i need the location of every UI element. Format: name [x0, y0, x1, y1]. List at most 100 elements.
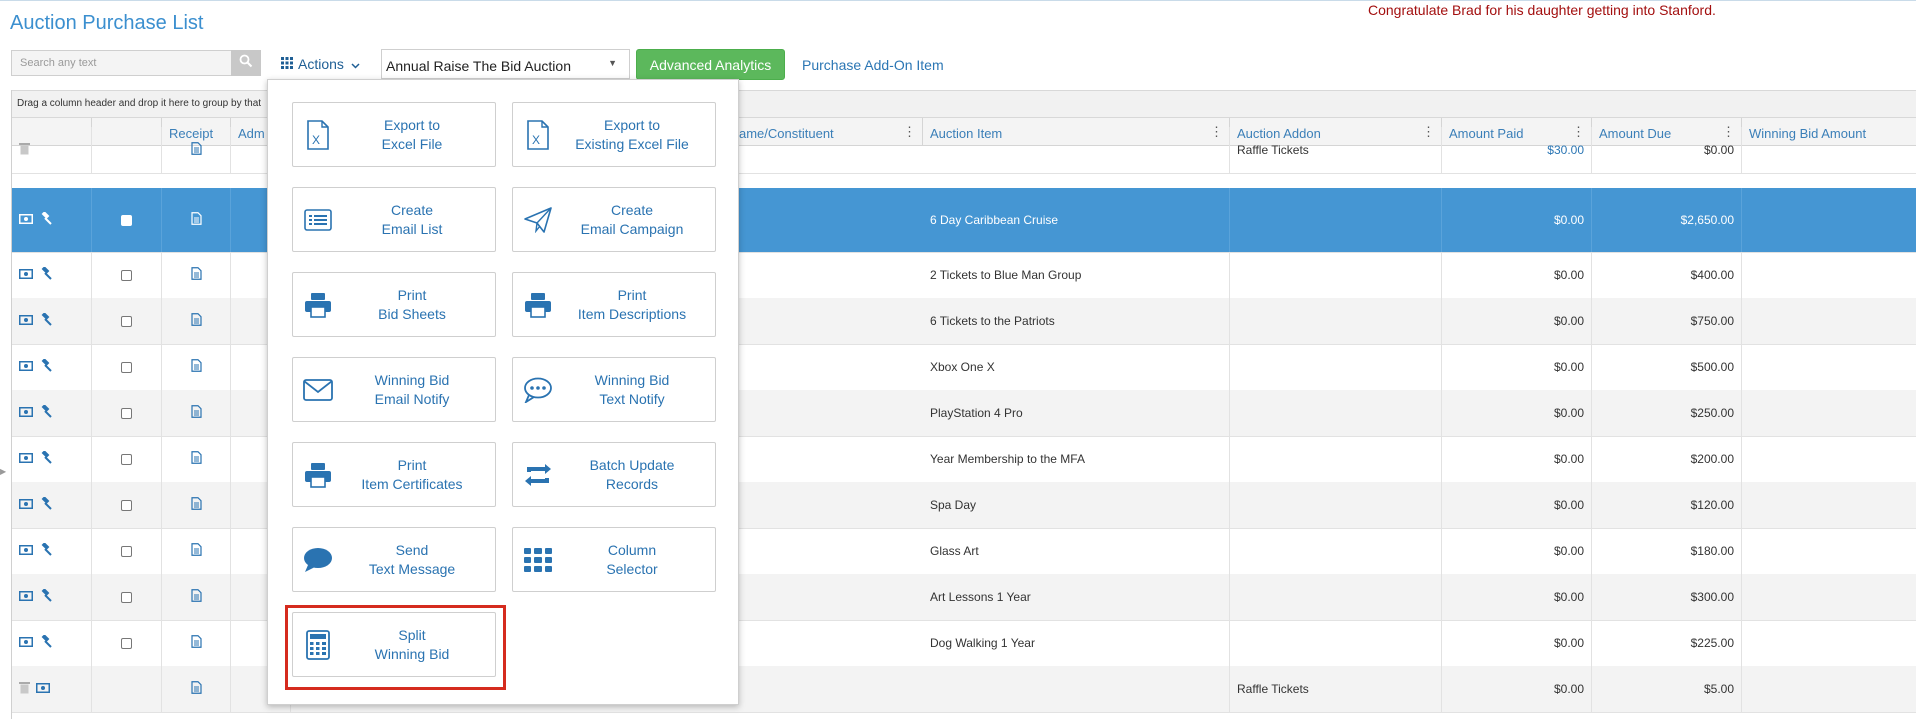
- row-checkbox[interactable]: [121, 545, 132, 557]
- amount-paid-cell: $0.00: [1442, 666, 1592, 712]
- row-checkbox[interactable]: [121, 591, 132, 603]
- row-checkbox[interactable]: [121, 637, 132, 649]
- document-icon[interactable]: [190, 267, 202, 283]
- receipt-cell: [162, 298, 231, 344]
- gavel-icon[interactable]: [39, 358, 52, 375]
- receipt-cell: [162, 482, 231, 528]
- gavel-icon[interactable]: [39, 634, 52, 651]
- gavel-icon[interactable]: [39, 312, 52, 329]
- column-selector-button[interactable]: Column Selector: [512, 527, 716, 592]
- cash-icon[interactable]: [19, 452, 33, 466]
- amount-paid-value: $0.00: [1553, 452, 1584, 466]
- gavel-icon[interactable]: [39, 450, 52, 467]
- batch-update-records-button[interactable]: Batch Update Records: [512, 442, 716, 507]
- auction-item-cell: Xbox One X: [923, 344, 1230, 390]
- cash-icon[interactable]: [19, 498, 33, 512]
- row-checkbox[interactable]: [121, 315, 132, 327]
- export-excel-button[interactable]: X Export to Excel File: [292, 102, 496, 167]
- auction-item-cell: [923, 127, 1230, 173]
- auction-select[interactable]: Annual Raise The Bid Auction ▼: [381, 49, 630, 79]
- row-select-cell: [92, 188, 162, 252]
- cash-icon[interactable]: [36, 682, 50, 696]
- row-action-cell: [12, 436, 92, 482]
- receipt-cell: [162, 252, 231, 298]
- cash-icon[interactable]: [19, 213, 33, 227]
- winning-bid-email-notify-button[interactable]: Winning Bid Email Notify: [292, 357, 496, 422]
- winning-bid-text-notify-button[interactable]: Winning Bid Text Notify: [512, 357, 716, 422]
- print-item-descriptions-button[interactable]: Print Item Descriptions: [512, 272, 716, 337]
- tile-line2: Bid Sheets: [378, 306, 446, 322]
- gavel-icon[interactable]: [39, 211, 52, 228]
- gavel-icon[interactable]: [39, 496, 52, 513]
- cash-icon[interactable]: [19, 360, 33, 374]
- document-icon[interactable]: [190, 212, 202, 228]
- row-select-cell: [92, 574, 162, 620]
- amount-paid-value: $0.00: [1553, 590, 1584, 604]
- cash-icon[interactable]: [19, 268, 33, 282]
- printer-icon: [523, 290, 553, 320]
- document-icon[interactable]: [190, 635, 202, 651]
- pdf-file-icon[interactable]: [190, 142, 202, 158]
- row-checkbox[interactable]: [121, 361, 132, 373]
- row-checkbox[interactable]: [121, 407, 132, 419]
- search-input[interactable]: [11, 50, 231, 76]
- cash-icon[interactable]: [19, 590, 33, 604]
- row-checkbox[interactable]: [121, 499, 132, 511]
- trash-icon[interactable]: [19, 681, 30, 697]
- highlight-box: [285, 605, 506, 690]
- tile-line2: Email Campaign: [580, 221, 684, 237]
- document-icon[interactable]: [190, 313, 202, 329]
- winning-bid-cell: [1742, 344, 1916, 390]
- gavel-icon[interactable]: [39, 266, 52, 283]
- row-select-cell: [92, 620, 162, 666]
- cash-icon[interactable]: [19, 636, 33, 650]
- receipt-cell: [162, 574, 231, 620]
- amount-paid-cell: $0.00: [1442, 574, 1592, 620]
- cash-icon[interactable]: [19, 406, 33, 420]
- print-bid-sheets-button[interactable]: Print Bid Sheets: [292, 272, 496, 337]
- send-text-message-button[interactable]: Send Text Message: [292, 527, 496, 592]
- document-icon[interactable]: [190, 681, 202, 697]
- auction-item-cell: PlayStation 4 Pro: [923, 390, 1230, 436]
- winning-bid-cell: [1742, 252, 1916, 298]
- excel-file-icon: X: [303, 120, 333, 150]
- document-icon[interactable]: [190, 359, 202, 375]
- expand-arrow-icon[interactable]: ▶: [0, 467, 6, 476]
- print-item-certificates-button[interactable]: Print Item Certificates: [292, 442, 496, 507]
- purchase-addon-link[interactable]: Purchase Add-On Item: [802, 57, 944, 73]
- list-icon: [303, 205, 333, 235]
- top-border: [0, 0, 1916, 1]
- gavel-icon[interactable]: [39, 542, 52, 559]
- document-icon[interactable]: [190, 497, 202, 513]
- trash-icon[interactable]: [19, 142, 30, 158]
- tile-line2: Email Notify: [374, 391, 450, 407]
- row-checkbox[interactable]: [121, 214, 132, 226]
- advanced-analytics-button[interactable]: Advanced Analytics: [636, 49, 785, 80]
- create-email-list-button[interactable]: Create Email List: [292, 187, 496, 252]
- chat-bubble-icon: [523, 375, 553, 405]
- document-icon[interactable]: [190, 589, 202, 605]
- winning-bid-cell: [1742, 188, 1916, 252]
- cash-icon[interactable]: [19, 544, 33, 558]
- printer-icon: [303, 290, 333, 320]
- row-checkbox[interactable]: [121, 453, 132, 465]
- search-button[interactable]: [231, 50, 261, 76]
- amount-paid-value[interactable]: $30.00: [1547, 143, 1584, 157]
- create-email-campaign-button[interactable]: Create Email Campaign: [512, 187, 716, 252]
- document-icon[interactable]: [190, 451, 202, 467]
- row-action-cell: [12, 252, 92, 298]
- row-action-cell: [12, 390, 92, 436]
- cash-icon[interactable]: [19, 314, 33, 328]
- row-checkbox[interactable]: [121, 269, 132, 281]
- row-action-cell: [12, 298, 92, 344]
- document-icon[interactable]: [190, 405, 202, 421]
- amount-paid-value: $0.00: [1553, 406, 1584, 420]
- export-existing-excel-button[interactable]: X Export to Existing Excel File: [512, 102, 716, 167]
- tile-line2: Item Certificates: [361, 476, 463, 492]
- gavel-icon[interactable]: [39, 588, 52, 605]
- amount-paid-cell: $0.00: [1442, 188, 1592, 252]
- document-icon[interactable]: [190, 543, 202, 559]
- actions-button[interactable]: Actions: [266, 50, 376, 78]
- amount-paid-cell: $0.00: [1442, 528, 1592, 574]
- gavel-icon[interactable]: [39, 404, 52, 421]
